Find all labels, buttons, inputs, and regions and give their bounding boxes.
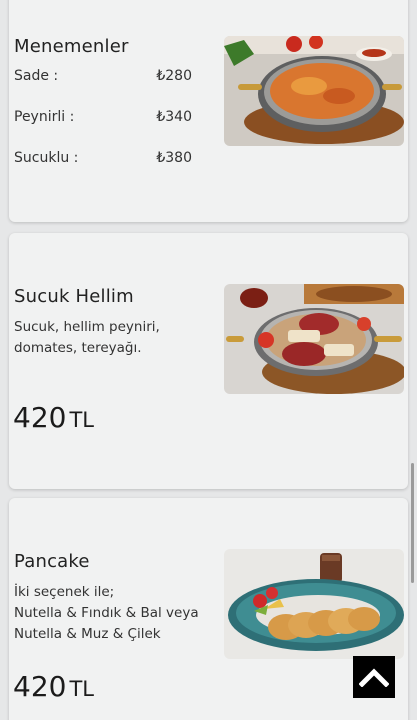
price-row-peynirli: Peynirli : ₺340 — [14, 109, 192, 125]
desc-line: Nutella & Fındık & Bal veya — [14, 605, 199, 621]
menu-card-sucuk-hellim[interactable]: Sucuk Hellim Sucuk, hellim peyniri, doma… — [9, 233, 408, 489]
item-price: 420 TL — [13, 670, 94, 703]
price-value: ₺380 — [156, 150, 192, 166]
price-currency: TL — [69, 677, 94, 701]
price-amount: 420 — [13, 401, 67, 434]
price-label: Peynirli : — [14, 109, 75, 125]
sucuk-hellim-photo — [224, 284, 404, 394]
item-title: Sucuk Hellim — [14, 286, 134, 307]
menu-card-menemenler[interactable]: Menemenler Sade : ₺280 Peynirli : ₺340 S… — [9, 0, 408, 222]
item-title: Menemenler — [14, 36, 129, 57]
scroll-to-top-button[interactable] — [353, 656, 395, 698]
price-label: Sade : — [14, 68, 59, 84]
price-row-sade: Sade : ₺280 — [14, 68, 192, 84]
price-row-sucuklu: Sucuklu : ₺380 — [14, 150, 192, 166]
price-label: Sucuklu : — [14, 150, 79, 166]
desc-line: Nutella & Muz & Çilek — [14, 626, 161, 642]
desc-line: İki seçenek ile; — [14, 584, 115, 600]
item-description: İki seçenek ile; Nutella & Fındık & Bal … — [14, 582, 219, 645]
desc-line: domates, tereyağı. — [14, 340, 142, 356]
item-title: Pancake — [14, 551, 90, 572]
chevron-up-icon — [359, 668, 389, 687]
price-value: ₺340 — [156, 109, 192, 125]
price-value: ₺280 — [156, 68, 192, 84]
scrollbar[interactable] — [411, 463, 414, 583]
item-price: 420 TL — [13, 401, 94, 434]
menu-card-pancake[interactable]: Pancake İki seçenek ile; Nutella & Fındı… — [9, 498, 408, 720]
pancake-photo — [224, 549, 404, 659]
menu-screen: Menemenler Sade : ₺280 Peynirli : ₺340 S… — [0, 0, 417, 720]
menemen-photo — [224, 36, 404, 146]
desc-line: Sucuk, hellim peyniri, — [14, 319, 160, 335]
item-description: Sucuk, hellim peyniri, domates, tereyağı… — [14, 317, 219, 359]
price-amount: 420 — [13, 670, 67, 703]
price-currency: TL — [69, 408, 94, 432]
